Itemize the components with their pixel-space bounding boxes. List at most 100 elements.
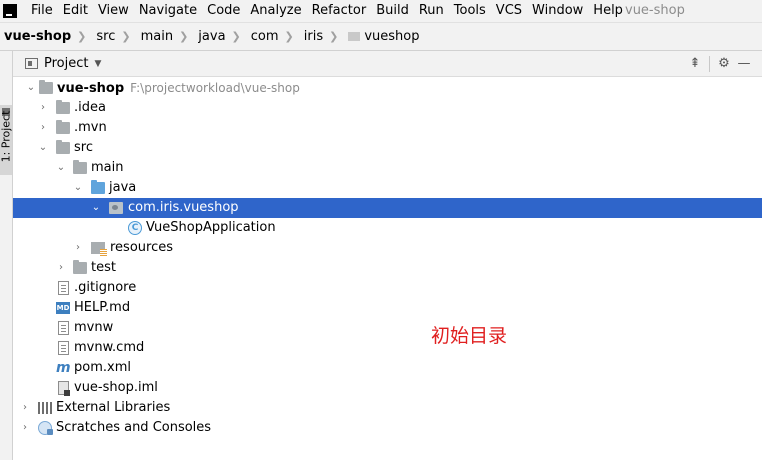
menu-code[interactable]: Code	[202, 0, 245, 22]
tree-item-app-class[interactable]: C VueShopApplication	[13, 218, 762, 238]
menu-edit[interactable]: Edit	[58, 0, 93, 22]
text-file-icon	[58, 341, 69, 355]
tree-item-label: java	[109, 180, 137, 195]
menu-build[interactable]: Build	[371, 0, 414, 22]
chevron-down-icon[interactable]: ⌄	[55, 158, 67, 178]
menu-run[interactable]: Run	[414, 0, 449, 22]
breadcrumb-item-project[interactable]: vue-shop ❯	[0, 29, 92, 44]
tree-item-idea[interactable]: › .idea	[13, 98, 762, 118]
tree-item-label: HELP.md	[74, 300, 131, 315]
project-view-icon	[25, 58, 38, 69]
tree-item-label: mvnw.cmd	[74, 340, 145, 355]
chevron-right-icon: ❯	[231, 30, 241, 43]
breadcrumb-item-main[interactable]: main ❯	[137, 29, 195, 44]
tree-item-gitignore[interactable]: .gitignore	[13, 278, 762, 298]
chevron-right-icon[interactable]: ›	[55, 258, 67, 278]
breadcrumb-item-com[interactable]: com ❯	[247, 29, 300, 44]
scratches-icon	[38, 421, 53, 435]
tree-item-resources[interactable]: › resources	[13, 238, 762, 258]
window-project-title: vue-shop	[625, 3, 685, 18]
tree-item-label: pom.xml	[74, 360, 131, 375]
menu-view[interactable]: View	[93, 0, 134, 22]
chevron-down-icon[interactable]: ⌄	[90, 198, 102, 218]
folder-icon	[56, 140, 70, 154]
chevron-down-icon[interactable]: ⌄	[37, 138, 49, 158]
tree-item-label: test	[91, 260, 116, 275]
tree-item-label: resources	[110, 240, 174, 255]
tool-window-title[interactable]: Project	[44, 56, 88, 71]
tree-item-test[interactable]: › test	[13, 258, 762, 278]
package-icon	[109, 202, 123, 214]
tree-item-main[interactable]: ⌄ main	[13, 158, 762, 178]
source-folder-icon	[91, 180, 105, 194]
chevron-right-icon[interactable]: ›	[19, 398, 31, 418]
tree-item-src[interactable]: ⌄ src	[13, 138, 762, 158]
menu-analyze[interactable]: Analyze	[245, 0, 306, 22]
breadcrumb-item-src[interactable]: src ❯	[92, 29, 136, 44]
minimize-icon[interactable]: —	[734, 51, 754, 76]
tree-item-label: .mvn	[74, 120, 107, 135]
tree-item-path: F:\projectworkload\vue-shop	[130, 81, 300, 95]
chevron-right-icon[interactable]: ›	[19, 418, 31, 438]
intellij-logo-icon	[3, 4, 17, 18]
tree-item-pom[interactable]: m pom.xml	[13, 358, 762, 378]
breadcrumb-item-iris[interactable]: iris ❯	[300, 29, 345, 44]
tree-item-label: vue-shop.iml	[74, 380, 158, 395]
text-file-icon	[58, 281, 69, 295]
chevron-right-icon[interactable]: ›	[37, 118, 49, 138]
chevron-right-icon: ❯	[121, 30, 131, 43]
menu-navigate[interactable]: Navigate	[134, 0, 202, 22]
package-folder-icon	[348, 32, 361, 41]
tree-item-label: vue-shop	[57, 81, 125, 96]
tree-item-label: mvnw	[74, 320, 114, 335]
tree-item-java[interactable]: ⌄ java	[13, 178, 762, 198]
menu-tools[interactable]: Tools	[449, 0, 491, 22]
breadcrumb-item-java[interactable]: java ❯	[194, 29, 246, 44]
tree-item-label: .idea	[74, 100, 106, 115]
project-tool-tab[interactable]: 1: Project	[0, 105, 13, 175]
chevron-down-icon[interactable]: ▼	[94, 59, 101, 69]
tree-item-label: .gitignore	[74, 280, 137, 295]
breadcrumb: vue-shop ❯ src ❯ main ❯ java ❯ com ❯ iri…	[0, 22, 762, 51]
menu-window[interactable]: Window	[527, 0, 588, 22]
maven-file-icon: m	[56, 360, 71, 376]
tree-item-mvn[interactable]: › .mvn	[13, 118, 762, 138]
tree-item-external-libraries[interactable]: › External Libraries	[13, 398, 762, 418]
tree-item-label: Scratches and Consoles	[56, 420, 212, 435]
tree-item-mvnw-cmd[interactable]: mvnw.cmd	[13, 338, 762, 358]
chevron-down-icon[interactable]: ⌄	[72, 178, 84, 198]
java-class-icon: C	[128, 221, 142, 235]
chevron-right-icon[interactable]: ›	[37, 98, 49, 118]
menu-bar: File Edit View Navigate Code Analyze Ref…	[0, 0, 762, 22]
breadcrumb-item-vueshop[interactable]: vueshop	[344, 29, 419, 44]
chevron-right-icon: ❯	[179, 30, 189, 43]
menu-file[interactable]: File	[26, 0, 58, 22]
folder-icon	[73, 260, 87, 274]
tree-item-help-md[interactable]: MD HELP.md	[13, 298, 762, 318]
tool-window-actions: ⇞ ⚙ —	[685, 51, 754, 76]
chevron-right-icon: ❯	[329, 30, 339, 43]
tree-item-package[interactable]: ⌄ com.iris.vueshop	[13, 198, 762, 218]
module-file-icon	[58, 381, 70, 396]
resources-folder-icon	[91, 242, 107, 256]
gear-icon[interactable]: ⚙	[714, 51, 734, 76]
menu-refactor[interactable]: Refactor	[307, 0, 372, 22]
breadcrumb-label: com	[250, 29, 279, 44]
breadcrumb-label: vue-shop	[4, 29, 72, 44]
tree-item-iml[interactable]: vue-shop.iml	[13, 378, 762, 398]
chevron-right-icon[interactable]: ›	[72, 238, 84, 258]
folder-icon	[73, 160, 87, 174]
tree-item-scratches[interactable]: › Scratches and Consoles	[13, 418, 762, 438]
breadcrumb-label: main	[140, 29, 174, 44]
chevron-down-icon[interactable]: ⌄	[25, 78, 37, 98]
left-tool-strip: 1: Project	[0, 51, 13, 460]
toolbar-divider	[709, 55, 710, 72]
menu-vcs[interactable]: VCS	[491, 0, 527, 22]
collapse-all-icon[interactable]: ⇞	[685, 51, 705, 76]
tree-item-root[interactable]: ⌄ vue-shop F:\projectworkload\vue-shop	[13, 78, 762, 98]
folder-icon	[56, 100, 70, 114]
markdown-file-icon: MD	[56, 302, 70, 314]
tree-item-mvnw[interactable]: mvnw	[13, 318, 762, 338]
tree-item-label: main	[91, 160, 124, 175]
menu-help[interactable]: Help	[588, 0, 628, 22]
